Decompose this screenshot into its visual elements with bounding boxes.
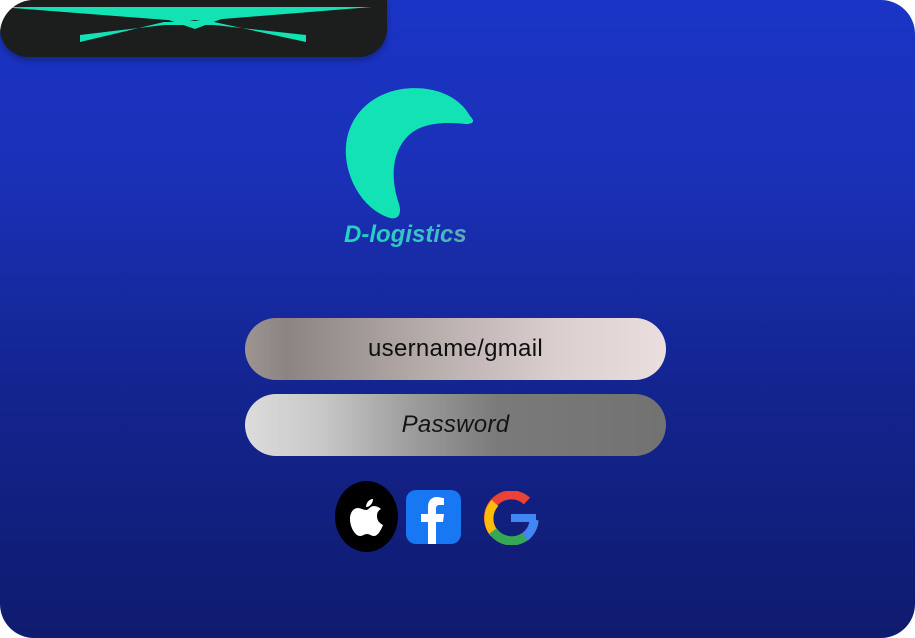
apple-icon bbox=[349, 498, 383, 536]
login-screen: D-logistics username/gmail Password bbox=[0, 0, 915, 638]
crescent-logo-icon bbox=[345, 88, 474, 219]
close-x-icon[interactable] bbox=[0, 0, 387, 57]
google-icon bbox=[483, 491, 539, 545]
password-field[interactable]: Password bbox=[245, 394, 666, 456]
username-field[interactable]: username/gmail bbox=[245, 318, 666, 380]
password-text: Password bbox=[401, 411, 510, 438]
facebook-login-button[interactable] bbox=[406, 490, 461, 544]
google-login-button[interactable] bbox=[481, 491, 541, 545]
facebook-icon bbox=[421, 497, 444, 544]
apple-login-button[interactable] bbox=[335, 481, 398, 552]
username-text: username/gmail bbox=[368, 335, 543, 362]
top-bar bbox=[0, 0, 387, 57]
brand-name: D-logistics bbox=[344, 221, 504, 249]
